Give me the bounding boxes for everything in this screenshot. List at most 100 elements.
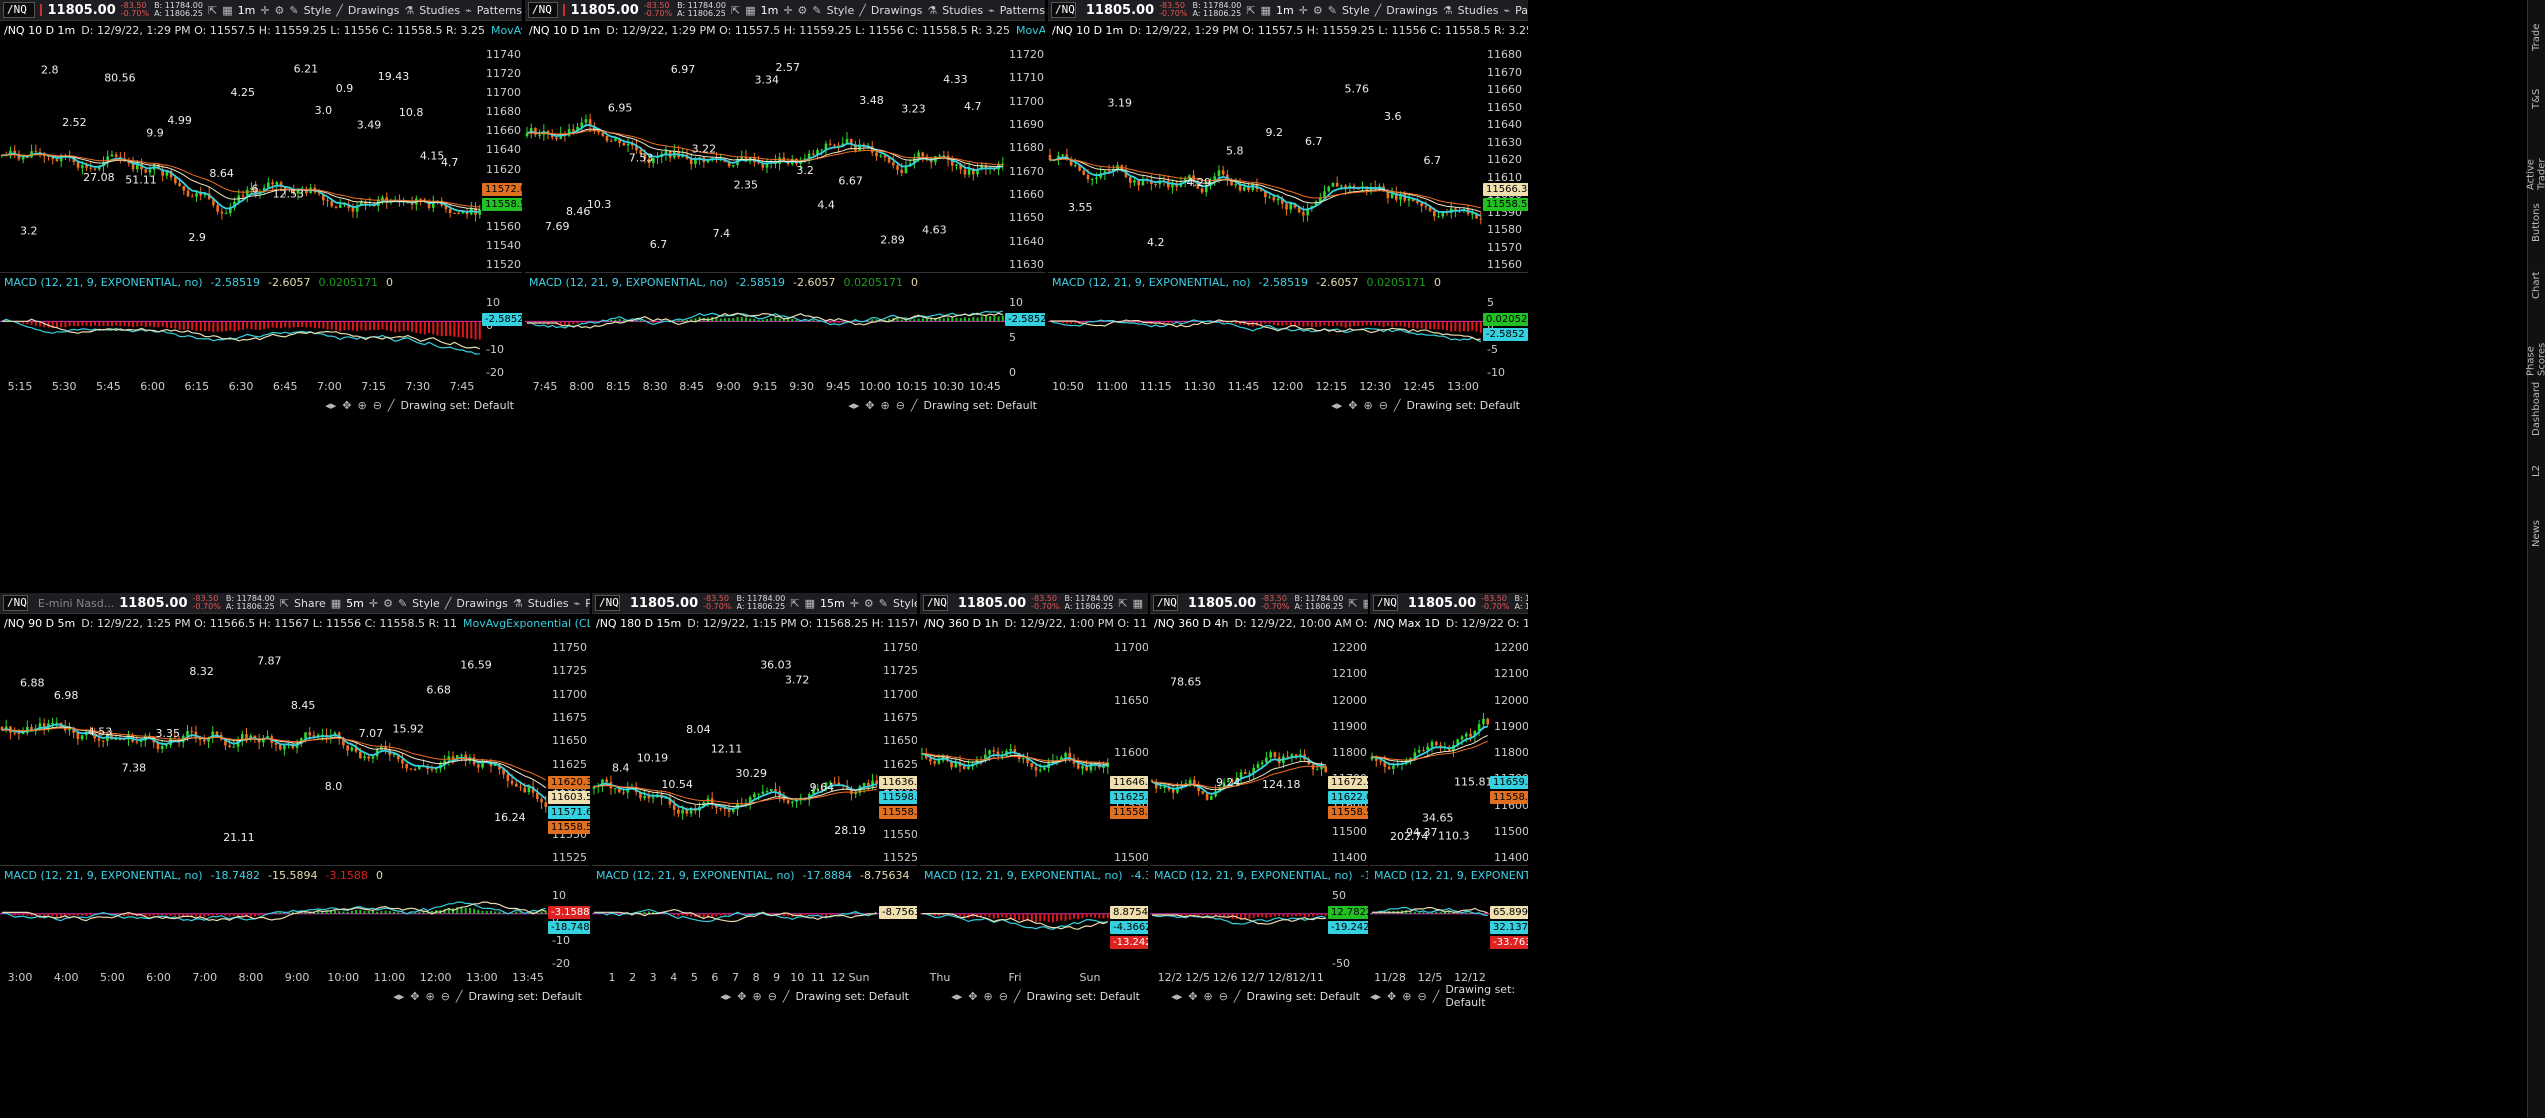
pan-icon[interactable]: ✥	[1387, 990, 1396, 1003]
drawings-menu[interactable]: Drawings	[871, 4, 922, 17]
patterns-menu[interactable]: Patterns	[1000, 4, 1045, 17]
export-icon[interactable]: ⇱	[790, 597, 799, 610]
symbol-input[interactable]: /NQ	[3, 2, 36, 18]
export-icon[interactable]: ⇱	[1118, 597, 1127, 610]
zoom-in-icon[interactable]: ⊕	[752, 990, 761, 1003]
drawing-set-label[interactable]: Drawing set: Default	[796, 990, 909, 1003]
crosshair-icon[interactable]: ✛	[783, 4, 792, 17]
timeframe-selector[interactable]: 1m	[238, 4, 256, 17]
flask-icon[interactable]: ⚗	[404, 4, 414, 17]
draw-line-icon[interactable]: ╱	[1234, 990, 1241, 1003]
draw-line-icon[interactable]: ╱	[388, 399, 395, 412]
flexible-grid-icon[interactable]: ▦	[1261, 4, 1271, 17]
gear-icon[interactable]: ⚙	[275, 4, 285, 17]
flexible-grid-icon[interactable]: ▦	[805, 597, 815, 610]
timeframe-selector[interactable]: 5m	[346, 597, 364, 610]
drawing-set-label[interactable]: Drawing set: Default	[1407, 399, 1520, 412]
zoom-in-icon[interactable]: ⊕	[880, 399, 889, 412]
flexible-grid-icon[interactable]: ▦	[222, 4, 232, 17]
timeframe-selector[interactable]: 15m	[820, 597, 845, 610]
studies-menu[interactable]: Studies	[419, 4, 460, 17]
style-menu[interactable]: Style	[1342, 4, 1370, 17]
zoom-in-icon[interactable]: ⊕	[357, 399, 366, 412]
crosshair-icon[interactable]: ✛	[369, 597, 378, 610]
sidebar-tab-chart[interactable]: Chart	[2528, 256, 2545, 314]
zoom-in-icon[interactable]: ⊕	[425, 990, 434, 1003]
flexible-grid-icon[interactable]: ▦	[331, 597, 341, 610]
patterns-icon[interactable]: ⌁	[465, 4, 472, 17]
studies-menu[interactable]: Studies	[942, 4, 983, 17]
drawing-icon[interactable]: ╱	[859, 4, 866, 17]
style-icon[interactable]: ✎	[398, 597, 407, 610]
studies-menu[interactable]: Studies	[1458, 4, 1499, 17]
pan-icon[interactable]: ✥	[1188, 990, 1197, 1003]
export-icon[interactable]: ⇱	[280, 597, 289, 610]
pan-icon[interactable]: ✥	[865, 399, 874, 412]
pan-icon[interactable]: ✥	[342, 399, 351, 412]
flexible-grid-icon[interactable]: ▦	[745, 4, 755, 17]
scroll-left-icon[interactable]: ◂▸	[720, 990, 731, 1003]
symbol-input[interactable]: /NQ	[595, 595, 620, 611]
zoom-in-icon[interactable]: ⊕	[983, 990, 992, 1003]
crosshair-icon[interactable]: ✛	[1299, 4, 1308, 17]
patterns-icon[interactable]: ⌁	[988, 4, 995, 17]
scroll-left-icon[interactable]: ◂▸	[1370, 990, 1381, 1003]
patterns-icon[interactable]: ⌁	[574, 597, 581, 610]
style-icon[interactable]: ✎	[812, 4, 821, 17]
pan-icon[interactable]: ✥	[1348, 399, 1357, 412]
timeframe-selector[interactable]: 1m	[761, 4, 779, 17]
gear-icon[interactable]: ⚙	[798, 4, 808, 17]
drawings-menu[interactable]: Drawings	[348, 4, 399, 17]
zoom-out-icon[interactable]: ⊖	[1379, 399, 1388, 412]
drawings-menu[interactable]: Drawings	[456, 597, 507, 610]
symbol-input[interactable]: /NQ	[1051, 2, 1076, 18]
share-button[interactable]: Share	[294, 597, 326, 610]
crosshair-icon[interactable]: ✛	[260, 4, 269, 17]
zoom-out-icon[interactable]: ⊖	[768, 990, 777, 1003]
gear-icon[interactable]: ⚙	[1313, 4, 1323, 17]
symbol-input[interactable]: /NQ	[1153, 595, 1178, 611]
patterns-menu[interactable]: Patterns	[585, 597, 590, 610]
draw-line-icon[interactable]: ╱	[456, 990, 463, 1003]
symbol-input[interactable]: /NQ	[3, 595, 28, 611]
scroll-left-icon[interactable]: ◂▸	[1331, 399, 1342, 412]
draw-line-icon[interactable]: ╱	[783, 990, 790, 1003]
drawing-icon[interactable]: ╱	[1375, 4, 1382, 17]
scroll-left-icon[interactable]: ◂▸	[951, 990, 962, 1003]
flask-icon[interactable]: ⚗	[513, 597, 523, 610]
drawing-icon[interactable]: ╱	[336, 4, 343, 17]
export-icon[interactable]: ⇱	[208, 4, 217, 17]
drawing-icon[interactable]: ╱	[445, 597, 452, 610]
scroll-left-icon[interactable]: ◂▸	[325, 399, 336, 412]
scroll-left-icon[interactable]: ◂▸	[1171, 990, 1182, 1003]
export-icon[interactable]: ⇱	[731, 4, 740, 17]
pan-icon[interactable]: ✥	[737, 990, 746, 1003]
drawing-set-label[interactable]: Drawing set: Default	[469, 990, 582, 1003]
drawing-set-label[interactable]: Drawing set: Default	[1027, 990, 1140, 1003]
drawing-set-label[interactable]: Drawing set: Default	[401, 399, 514, 412]
flask-icon[interactable]: ⚗	[1443, 4, 1453, 17]
zoom-out-icon[interactable]: ⊖	[896, 399, 905, 412]
sidebar-tab-phase-scores[interactable]: Phase Scores	[2526, 318, 2545, 376]
gear-icon[interactable]: ⚙	[383, 597, 393, 610]
style-icon[interactable]: ✎	[289, 4, 298, 17]
symbol-input[interactable]: /NQ	[528, 2, 559, 18]
pan-icon[interactable]: ✥	[410, 990, 419, 1003]
zoom-out-icon[interactable]: ⊖	[1219, 990, 1228, 1003]
flexible-grid-icon[interactable]: ▦	[1363, 597, 1368, 610]
sidebar-tab-l2[interactable]: L2	[2528, 442, 2545, 500]
zoom-out-icon[interactable]: ⊖	[441, 990, 450, 1003]
drawing-set-label[interactable]: Drawing set: Default	[1445, 983, 1520, 1009]
zoom-in-icon[interactable]: ⊕	[1203, 990, 1212, 1003]
export-icon[interactable]: ⇱	[1348, 597, 1357, 610]
patterns-icon[interactable]: ⌁	[1503, 4, 1510, 17]
style-menu[interactable]: Style	[893, 597, 917, 610]
style-menu[interactable]: Style	[412, 597, 440, 610]
sidebar-tab-news[interactable]: News	[2528, 504, 2545, 562]
draw-line-icon[interactable]: ╱	[1433, 990, 1440, 1003]
studies-menu[interactable]: Studies	[528, 597, 569, 610]
symbol-input[interactable]: /NQ	[923, 595, 948, 611]
export-icon[interactable]: ⇱	[1246, 4, 1255, 17]
sidebar-tab-active-trader[interactable]: Active Trader	[2526, 132, 2545, 191]
zoom-in-icon[interactable]: ⊕	[1363, 399, 1372, 412]
